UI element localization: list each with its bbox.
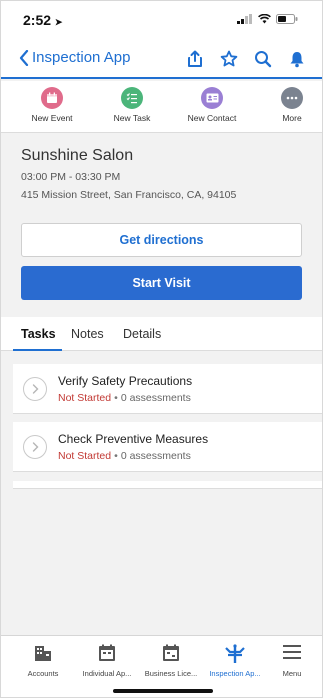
task-list-icon: [121, 87, 143, 109]
more-action[interactable]: More: [257, 87, 323, 123]
share-icon[interactable]: [186, 50, 204, 68]
wifi-icon: [258, 14, 271, 24]
bottom-nav-menu[interactable]: Menu: [267, 644, 317, 678]
business-license-icon: [139, 644, 203, 664]
calendar-icon: [41, 87, 63, 109]
bottom-nav-label: Business Lice...: [144, 669, 198, 678]
new-task-action[interactable]: New Task: [97, 87, 167, 123]
bottom-nav-accounts[interactable]: Accounts: [11, 644, 75, 678]
new-event-action[interactable]: New Event: [17, 87, 87, 123]
status-time: 2:52 ➤: [23, 12, 62, 28]
chevron-left-icon: [19, 49, 29, 66]
bottom-nav-business-license[interactable]: Business Lice...: [139, 644, 203, 678]
more-icon: [281, 87, 303, 109]
star-icon[interactable]: [220, 50, 238, 68]
bottom-nav-label: Menu: [282, 669, 302, 678]
app-frame: 2:52 ➤ Inspection App New Event New Task…: [0, 0, 323, 698]
individual-app-icon: [75, 644, 139, 664]
task-separator: •: [114, 392, 118, 404]
bell-icon[interactable]: [288, 50, 306, 68]
bottom-nav-label: Individual Ap...: [82, 669, 132, 678]
task-separator: •: [114, 450, 118, 462]
bottom-nav-label: Inspection Ap...: [209, 669, 261, 678]
tab-notes[interactable]: Notes: [71, 327, 104, 341]
bottom-nav-individual-app[interactable]: Individual Ap...: [75, 644, 139, 678]
record-time: 03:00 PM - 03:30 PM: [21, 171, 121, 183]
active-tab-indicator: [13, 349, 62, 351]
battery-icon: [276, 14, 298, 24]
task-item[interactable]: Check Preventive Measures Not Started • 0 …: [13, 422, 322, 472]
bottom-nav: Accounts Individual Ap... Business Lice.…: [1, 635, 322, 697]
new-contact-label: New Contact: [187, 113, 237, 123]
chevron-right-icon[interactable]: [23, 435, 47, 459]
bottom-nav-label: Accounts: [27, 669, 59, 678]
list-end-divider: [13, 481, 322, 489]
tab-tasks[interactable]: Tasks: [21, 327, 56, 341]
task-title: Check Preventive Measures: [58, 432, 209, 446]
record-title: Sunshine Salon: [21, 147, 134, 164]
new-contact-action[interactable]: New Contact: [177, 87, 247, 123]
nav-title: Inspection App: [32, 49, 131, 66]
get-directions-button[interactable]: Get directions: [21, 223, 302, 257]
quick-actions: New Event New Task New Contact More: [1, 81, 322, 133]
signal-icon: [237, 14, 252, 24]
record-address: 415 Mission Street, San Francisco, CA, 9…: [21, 189, 237, 201]
nav-actions: [186, 50, 306, 68]
contact-card-icon: [201, 87, 223, 109]
status-time-text: 2:52: [23, 12, 52, 28]
back-button[interactable]: Inspection App: [19, 49, 130, 66]
new-event-label: New Event: [31, 113, 73, 123]
task-title: Verify Safety Precautions: [58, 374, 193, 388]
status-indicators: [237, 14, 298, 24]
tab-details[interactable]: Details: [123, 327, 161, 341]
task-meta: Not Started • 0 assessments: [58, 450, 191, 462]
new-task-label: New Task: [113, 113, 151, 123]
chevron-right-icon[interactable]: [23, 377, 47, 401]
start-visit-button[interactable]: Start Visit: [21, 266, 302, 300]
task-status: Not Started: [58, 450, 112, 462]
task-item[interactable]: Verify Safety Precautions Not Started • 0 …: [13, 364, 322, 414]
task-status: Not Started: [58, 392, 112, 404]
menu-icon: [267, 644, 317, 664]
bottom-nav-inspection-app[interactable]: Inspection Ap...: [203, 644, 267, 678]
location-arrow-icon: ➤: [54, 17, 63, 27]
task-meta: Not Started • 0 assessments: [58, 392, 191, 404]
tabs-bar: Tasks Notes Details: [1, 317, 322, 351]
search-icon[interactable]: [254, 50, 272, 68]
task-assessment-count: 0 assessments: [120, 450, 191, 462]
inspection-app-icon: [203, 644, 267, 664]
nav-bar: Inspection App: [1, 41, 322, 79]
more-label: More: [282, 113, 302, 123]
accounts-icon: [11, 644, 75, 664]
home-indicator[interactable]: [113, 689, 213, 693]
status-bar: 2:52 ➤: [1, 1, 322, 41]
task-assessment-count: 0 assessments: [120, 392, 191, 404]
